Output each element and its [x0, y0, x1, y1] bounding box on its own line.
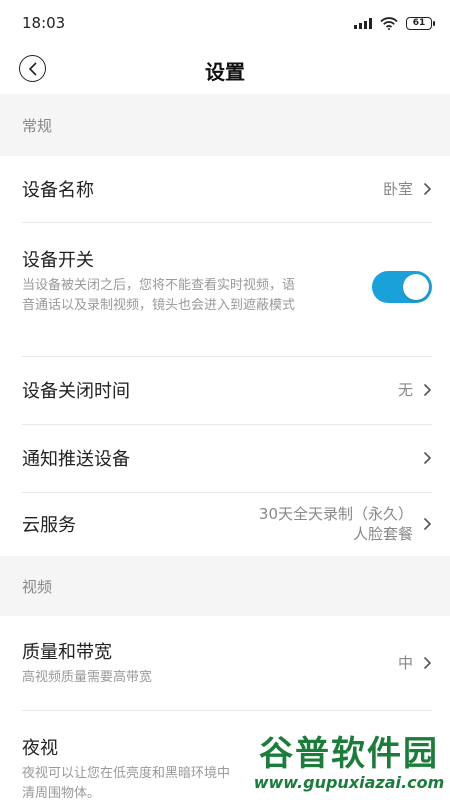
- cloud-addon: 人脸套餐: [352, 525, 413, 543]
- section-header-general: 常规: [0, 94, 450, 156]
- status-icons: 61: [354, 16, 435, 30]
- watermark-url: www.gupuxiazai.com: [253, 773, 445, 792]
- back-button[interactable]: [19, 55, 46, 82]
- device-switch-toggle[interactable]: [372, 271, 432, 303]
- cloud-plan: 30天全天录制（永久）: [258, 505, 413, 523]
- chevron-right-icon: [423, 517, 432, 531]
- wifi-icon: [380, 16, 398, 30]
- watermark-logo: 谷普软件园 www.gupuxiazai.com: [248, 728, 450, 800]
- cloud-service-row[interactable]: 云服务 30天全天录制（永久） 人脸套餐: [0, 492, 450, 556]
- battery-level: 61: [412, 17, 426, 28]
- quality-desc: 高视频质量需要高带宽: [22, 670, 153, 685]
- cloud-service-label: 云服务: [22, 515, 76, 536]
- desc-line: 音通话以及录制视频，镜头也会进入到遮蔽模式: [22, 298, 296, 313]
- off-time-value: 无: [397, 381, 413, 399]
- chevron-right-icon: [423, 656, 432, 670]
- quality-label: 质量和带宽: [22, 642, 112, 663]
- nav-header: 设置: [0, 46, 450, 94]
- toggle-knob: [403, 274, 429, 300]
- section-title: 视频: [22, 577, 53, 596]
- page-title: 设置: [205, 59, 245, 84]
- chevron-left-icon: [28, 61, 37, 76]
- cloud-service-value: 30天全天录制（永久） 人脸套餐: [259, 504, 413, 544]
- device-switch-label: 设备开关: [22, 250, 94, 271]
- push-device-row[interactable]: 通知推送设备: [0, 424, 450, 492]
- device-name-label: 设备名称: [22, 180, 94, 201]
- quality-value: 中: [397, 654, 413, 672]
- device-name-value: 卧室: [382, 180, 413, 198]
- off-time-label: 设备关闭时间: [22, 381, 130, 402]
- off-time-row[interactable]: 设备关闭时间 无: [0, 356, 450, 424]
- section-title: 常规: [22, 116, 53, 135]
- signal-icon: [354, 17, 372, 29]
- quality-row[interactable]: 质量和带宽 高视频质量需要高带宽 中: [0, 616, 450, 710]
- watermark-title: 谷普软件园: [259, 734, 439, 774]
- chevron-right-icon: [423, 383, 432, 397]
- chevron-right-icon: [423, 182, 432, 196]
- push-device-label: 通知推送设备: [22, 449, 130, 470]
- battery-icon: 61: [406, 16, 435, 30]
- section-header-video: 视频: [0, 556, 450, 616]
- chevron-right-icon: [423, 451, 432, 465]
- general-group: 设备名称 卧室 设备开关 当设备被关闭之后，您将不能查看实时视频，语 音通话以及…: [0, 156, 450, 556]
- device-switch-desc: 当设备被关闭之后，您将不能查看实时视频，语 音通话以及录制视频，镜头也会进入到遮…: [22, 276, 356, 316]
- status-bar: 18:03 61: [0, 0, 450, 46]
- desc-line: 当设备被关闭之后，您将不能查看实时视频，语: [22, 278, 296, 293]
- device-name-row[interactable]: 设备名称 卧室: [0, 156, 450, 222]
- status-time: 18:03: [22, 14, 66, 32]
- device-switch-row: 设备开关 当设备被关闭之后，您将不能查看实时视频，语 音通话以及录制视频，镜头也…: [0, 222, 450, 356]
